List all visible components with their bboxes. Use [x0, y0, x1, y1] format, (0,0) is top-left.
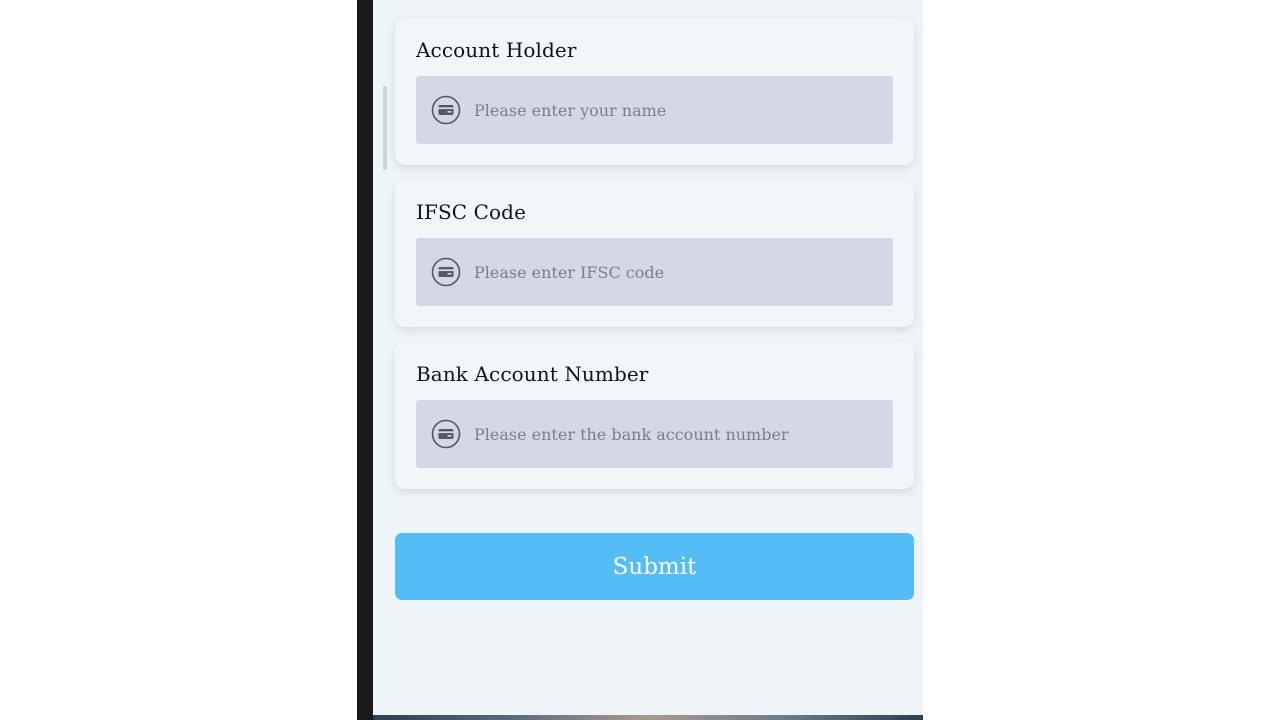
scrollbar-thumb[interactable]	[383, 86, 387, 170]
ifsc-code-input[interactable]	[474, 262, 874, 282]
submit-button[interactable]: Submit	[395, 533, 914, 600]
bank-account-number-input[interactable]	[474, 424, 874, 444]
account-holder-card: Account Holder	[395, 18, 914, 165]
bank-account-number-card: Bank Account Number	[395, 342, 914, 489]
bank-account-number-input-box[interactable]	[416, 400, 893, 468]
account-holder-label: Account Holder	[416, 38, 577, 62]
device-bezel	[357, 0, 373, 720]
ifsc-code-input-box[interactable]	[416, 238, 893, 306]
account-holder-input-box[interactable]	[416, 76, 893, 144]
background-image-strip	[373, 715, 923, 720]
credit-card-icon	[431, 257, 461, 287]
credit-card-icon	[431, 419, 461, 449]
account-holder-input[interactable]	[474, 100, 874, 120]
bank-account-number-label: Bank Account Number	[416, 362, 649, 386]
credit-card-icon	[431, 95, 461, 125]
ifsc-code-card: IFSC Code	[395, 180, 914, 327]
phone-screen: Account Holder IFSC Code Bank Account Nu…	[357, 0, 923, 720]
ifsc-code-label: IFSC Code	[416, 200, 527, 224]
